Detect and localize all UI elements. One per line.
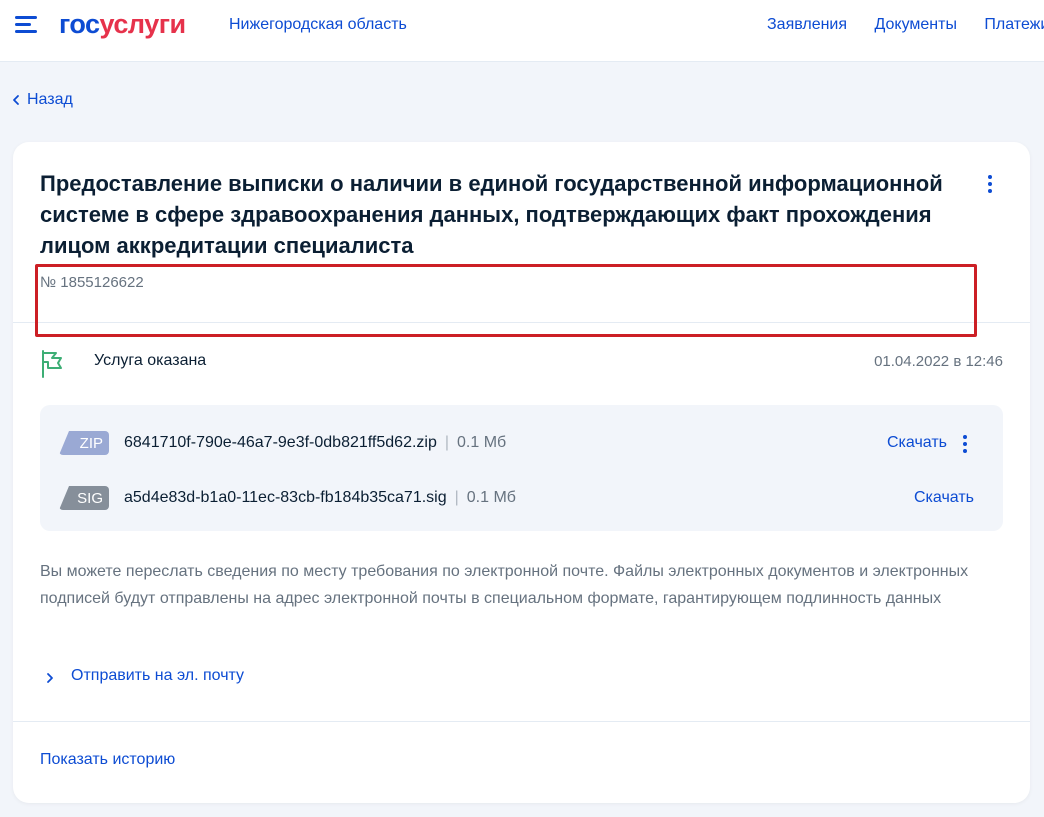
divider (13, 721, 1030, 722)
nav-applications[interactable]: Заявления (767, 16, 847, 33)
file-separator: | (444, 434, 450, 451)
service-title: Предоставление выписки о наличии в едино… (40, 171, 943, 258)
zip-file-icon: ZIP (59, 431, 109, 455)
file-options-icon[interactable] (962, 435, 968, 453)
more-options-icon[interactable] (987, 175, 993, 193)
file-size: 0.1 Мб (457, 434, 507, 451)
status-date: 01.04.2022 в 12:46 (874, 353, 1003, 370)
logo-part-gos: гос (59, 9, 100, 39)
file-name: 6841710f-790e-46a7-9e3f-0db821ff5d62.zip (124, 434, 437, 451)
info-text: Вы можете переслать сведения по месту тр… (40, 563, 969, 607)
top-navigation: Заявления Документы Платежи (767, 15, 1044, 35)
menu-icon[interactable] (15, 14, 37, 34)
top-bar: госуслуги Нижегородская область Заявлени… (0, 0, 1044, 62)
file-name: a5d4e83d-b1a0-11ec-83cb-fb184b35ca71.sig (124, 489, 447, 506)
nav-payments[interactable]: Платежи (984, 16, 1044, 33)
flag-icon (42, 350, 62, 378)
files-block: ZIP 6841710f-790e-46a7-9e3f-0db821ff5d62… (40, 405, 1003, 531)
nav-documents[interactable]: Документы (874, 16, 956, 33)
region-selector[interactable]: Нижегородская область (229, 15, 407, 35)
status-label: Услуга оказана (94, 352, 207, 369)
application-number: № 1855126622 (40, 274, 144, 291)
application-card: Предоставление выписки о наличии в едино… (13, 142, 1030, 803)
chevron-left-icon (13, 95, 19, 105)
divider (13, 322, 1030, 323)
show-history-link[interactable]: Показать историю (40, 751, 175, 769)
back-link[interactable]: Назад (12, 90, 73, 110)
send-email-link[interactable]: Отправить на эл. почту (46, 667, 244, 685)
gosuslugi-logo[interactable]: госуслуги (59, 8, 186, 40)
file-size: 0.1 Мб (466, 489, 516, 506)
file-row: ZIP 6841710f-790e-46a7-9e3f-0db821ff5d62… (59, 430, 979, 456)
download-zip-button[interactable]: Скачать (887, 434, 947, 452)
logo-part-uslugi: услуги (99, 9, 187, 39)
chevron-right-icon (47, 673, 53, 683)
back-label: Назад (27, 91, 73, 108)
file-separator: | (454, 489, 459, 506)
file-row: SIG a5d4e83d-b1a0-11ec-83cb-fb184b35ca71… (59, 485, 979, 511)
sig-file-icon: SIG (59, 486, 109, 510)
send-email-label: Отправить на эл. почту (71, 667, 245, 684)
download-sig-button[interactable]: Скачать (914, 489, 974, 507)
